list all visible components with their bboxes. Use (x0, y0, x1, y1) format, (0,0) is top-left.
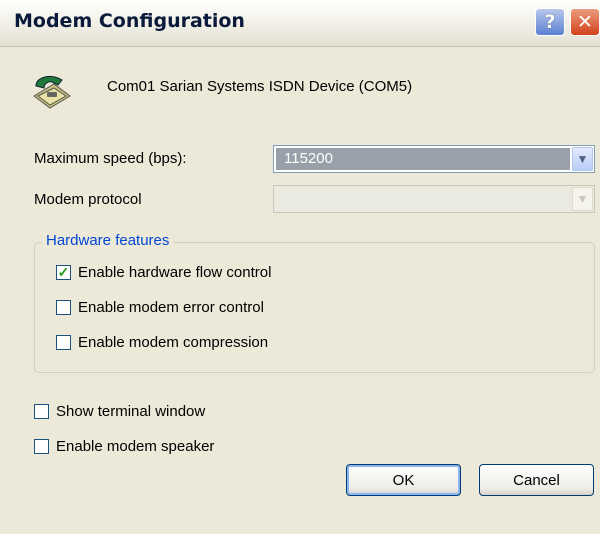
chevron-down-icon[interactable]: ▼ (572, 147, 593, 171)
telephone-icon (33, 75, 71, 109)
modem-error-control-label: Enable modem error control (78, 299, 264, 316)
hardware-flow-control-label: Enable hardware flow control (78, 264, 272, 281)
hardware-flow-control-checkbox[interactable]: ✓ (56, 265, 71, 280)
enable-modem-speaker-label: Enable modem speaker (56, 438, 215, 455)
modem-error-control-option[interactable]: Enable modem error control (56, 299, 264, 316)
enable-modem-speaker-option[interactable]: Enable modem speaker (34, 438, 214, 455)
modem-error-control-checkbox[interactable] (56, 300, 71, 315)
show-terminal-window-label: Show terminal window (56, 403, 206, 420)
checkmark-icon: ✓ (57, 264, 70, 280)
show-terminal-window-checkbox[interactable] (34, 404, 49, 419)
device-name: Com01 Sarian Systems ISDN Device (COM5) (107, 78, 413, 95)
modem-protocol-dropdown: ▼ (273, 185, 595, 213)
title-bar: Modem Configuration ? ✕ (0, 0, 600, 47)
close-button[interactable]: ✕ (570, 8, 600, 36)
hardware-flow-control-option[interactable]: ✓ Enable hardware flow control (56, 264, 271, 281)
ok-button[interactable]: OK (346, 464, 461, 496)
modem-protocol-label: Modem protocol (34, 191, 142, 208)
window-title: Modem Configuration (14, 10, 245, 32)
help-button[interactable]: ? (535, 8, 565, 36)
modem-compression-label: Enable modem compression (78, 334, 269, 351)
hardware-features-legend: Hardware features (42, 232, 174, 249)
modem-compression-option[interactable]: Enable modem compression (56, 334, 268, 351)
show-terminal-window-option[interactable]: Show terminal window (34, 403, 205, 420)
max-speed-label: Maximum speed (bps): (34, 150, 187, 167)
max-speed-dropdown[interactable]: 115200 ▼ (273, 145, 595, 173)
modem-compression-checkbox[interactable] (56, 335, 71, 350)
cancel-button[interactable]: Cancel (479, 464, 594, 496)
enable-modem-speaker-checkbox[interactable] (34, 439, 49, 454)
max-speed-value: 115200 (276, 148, 570, 170)
chevron-down-icon: ▼ (572, 187, 593, 211)
